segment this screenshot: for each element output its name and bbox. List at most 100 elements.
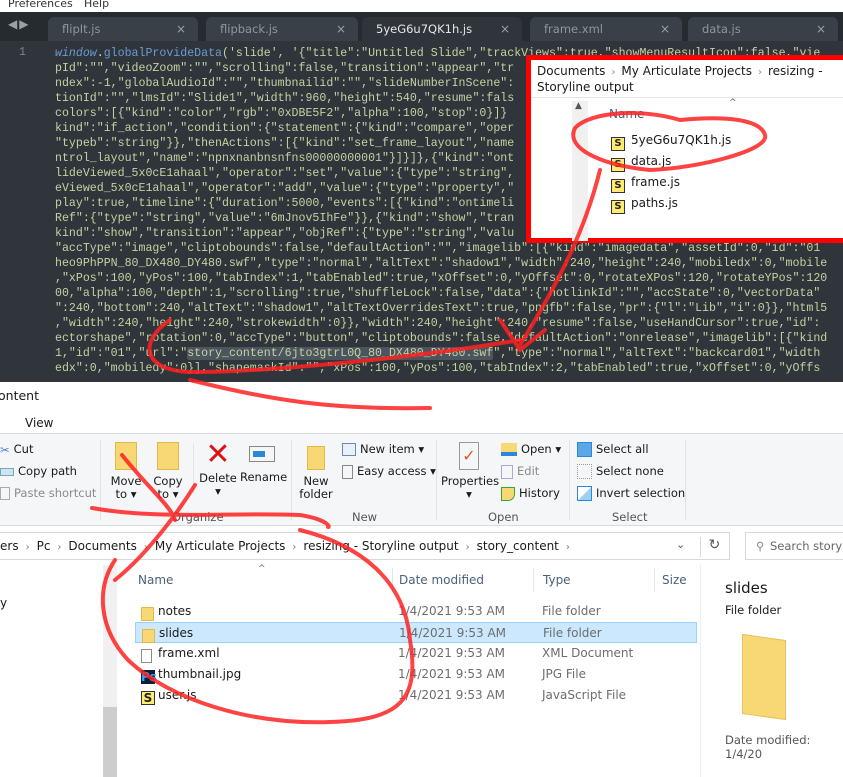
file-item[interactable]: Sdata.js <box>611 154 671 172</box>
chevron-right-icon: › <box>143 542 148 553</box>
chevron-right-icon: › <box>292 542 297 553</box>
open-icon <box>501 443 517 456</box>
file-date: 1/4/2021 9:53 AM <box>398 688 506 702</box>
file-name: frame.xml <box>158 646 220 660</box>
easy-access-button[interactable]: Easy access ▾ <box>342 464 436 479</box>
search-placeholder: Search story <box>770 539 843 553</box>
select-all-button[interactable]: Select all <box>577 442 649 457</box>
column-header-type[interactable]: Type <box>543 573 571 587</box>
cut-button[interactable]: ✂ Cut <box>0 442 33 457</box>
refresh-icon[interactable]: ↻ <box>700 537 728 557</box>
file-row[interactable]: slides 1/4/2021 9:53 AM File folder <box>135 622 697 643</box>
file-row[interactable]: notes 1/4/2021 9:53 AM File folder <box>135 601 697 622</box>
column-header-date[interactable]: Date modified <box>399 573 484 587</box>
file-row[interactable]: Ps thumbnail.jpg 1/4/2021 9:53 AM JPG File <box>135 664 697 685</box>
properties-check-icon: ✓ <box>459 442 479 470</box>
copy-to-button[interactable]: Copy to ▾ <box>150 442 186 501</box>
divider <box>685 440 686 520</box>
tab-label: flipIt.js <box>62 22 101 36</box>
breadcrumb-documents[interactable]: Documents <box>537 64 605 78</box>
label: Date modified: <box>725 733 811 747</box>
code-line: ,"xPos":100,"yPos":100,"tabIndex":1,"tab… <box>55 272 828 285</box>
address-segment[interactable]: Documents <box>68 539 136 553</box>
close-icon[interactable]: × <box>660 17 670 41</box>
chevron-down-icon[interactable]: ⌄ <box>676 538 685 551</box>
address-segment[interactable]: resizing - Storyline output <box>303 539 458 553</box>
code-line: heo9PhPPN_80_DX480_DY480.swf","type":"no… <box>55 257 828 270</box>
file-row[interactable]: Suser.js 1/4/2021 9:53 AM JavaScript File <box>135 685 697 706</box>
invert-selection-button[interactable]: Invert selection <box>577 486 685 501</box>
explorer-inset-screenshot: Documents › My Articulate Projects › resizin… <box>526 55 843 243</box>
address-segment[interactable]: ers <box>0 539 19 553</box>
file-item[interactable]: Spaths.js <box>611 196 678 214</box>
tab-nav-arrows-icon[interactable]: ◀▶ <box>8 17 30 31</box>
rename-button[interactable]: Rename <box>240 442 288 484</box>
nav-item[interactable]: y <box>0 596 7 610</box>
delete-button[interactable]: ✕ Delete ▾ <box>198 438 238 498</box>
copy-folder-icon <box>157 442 179 470</box>
navigation-pane[interactable]: y <box>0 562 103 777</box>
tab-5yeg6u7qk1h[interactable]: 5yeG6u7QK1h.js × <box>362 17 522 41</box>
paste-shortcut-button[interactable]: Paste shortcut <box>0 486 96 500</box>
tab-flipit[interactable]: flipIt.js × <box>48 17 198 41</box>
open-button[interactable]: Open ▾ <box>501 442 561 456</box>
close-icon[interactable]: × <box>816 17 826 41</box>
tab-data-js[interactable]: data.js × <box>688 17 838 41</box>
chevron-up-icon[interactable]: ▲ <box>575 101 582 111</box>
search-input[interactable]: ⚲ Search story <box>745 532 843 560</box>
code-token: globalProvideData <box>103 47 222 60</box>
close-icon[interactable]: × <box>336 17 346 41</box>
breadcrumb-projects[interactable]: My Articulate Projects <box>621 64 752 78</box>
address-segment[interactable]: Pc <box>37 539 51 553</box>
history-button[interactable]: History <box>501 486 560 501</box>
edit-icon <box>501 464 513 479</box>
column-header-name[interactable]: Name <box>138 573 173 587</box>
chevron-right-icon: › <box>565 542 570 553</box>
tab-frame-xml[interactable]: frame.xml × <box>530 17 682 41</box>
label: Rename <box>240 470 288 484</box>
menu-help[interactable]: Help <box>84 0 109 10</box>
address-segment[interactable]: story_content <box>477 539 559 553</box>
nav-scrollbar-thumb[interactable] <box>103 707 117 777</box>
properties-button[interactable]: ✓ Properties ▾ <box>441 442 499 501</box>
move-to-button[interactable]: Move to ▾ <box>108 442 144 501</box>
line-number: 1 <box>19 46 26 59</box>
label: Copy path <box>18 464 77 478</box>
label: History <box>519 486 560 500</box>
new-item-button[interactable]: New item ▾ <box>342 442 424 456</box>
column-header-name[interactable]: Name <box>609 107 644 121</box>
value: 1/4/20 <box>725 747 763 761</box>
file-name: 5yeG6u7QK1h.js <box>631 133 732 147</box>
menu-preferences[interactable]: Preferences <box>8 0 73 10</box>
label: Invert selection <box>596 486 686 500</box>
js-file-icon: S <box>611 137 625 151</box>
column-header-size[interactable]: Size <box>662 573 687 587</box>
close-icon[interactable]: × <box>500 17 510 41</box>
tab-flipback[interactable]: flipback.js × <box>206 17 358 41</box>
address-bar[interactable]: ers › Pc › Documents › My Articulate Projects ›… <box>0 532 730 560</box>
file-row[interactable]: frame.xml 1/4/2021 9:53 AM XML Document <box>135 643 697 664</box>
address-segment[interactable]: My Articulate Projects <box>155 539 286 553</box>
file-date: 1/4/2021 9:53 AM <box>398 646 506 660</box>
close-icon[interactable]: × <box>176 17 186 41</box>
edit-button[interactable]: Edit <box>501 464 539 479</box>
file-date: 1/4/2021 9:53 AM <box>398 604 506 618</box>
file-explorer-window: ontent View ✂ Cut Copy path Paste shortcu… <box>0 382 843 777</box>
new-folder-button[interactable]: New folder <box>298 442 334 501</box>
file-item[interactable]: Sframe.js <box>611 175 680 193</box>
file-item[interactable]: S 5yeG6u7QK1h.js <box>611 133 731 151</box>
divider <box>533 568 534 592</box>
divider <box>291 440 292 520</box>
file-date: 1/4/2021 9:53 AM <box>399 626 507 640</box>
breadcrumb: Documents › My Articulate Projects › resizin… <box>537 64 837 95</box>
chevron-right-icon: › <box>25 542 30 553</box>
code-token: 1,"id":"01","url":" <box>55 347 188 360</box>
copy-path-button[interactable]: Copy path <box>0 464 77 478</box>
tab-view[interactable]: View <box>25 416 53 430</box>
select-all-icon <box>577 442 592 457</box>
select-none-button[interactable]: Select none <box>577 464 664 479</box>
file-name: paths.js <box>631 196 678 210</box>
scrollbar[interactable]: ▲ <box>572 101 588 241</box>
label: Copy to <box>153 474 183 501</box>
file-type: JPG File <box>542 667 586 681</box>
